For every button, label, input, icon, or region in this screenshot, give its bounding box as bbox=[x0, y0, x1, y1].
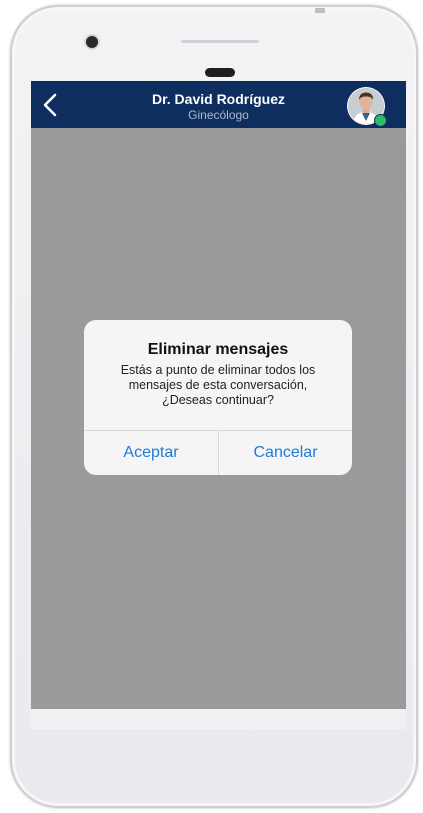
chevron-left-icon bbox=[43, 93, 57, 117]
dialog-message-line: Estás a punto de eliminar todos los bbox=[120, 363, 316, 377]
dialog-title: Eliminar mensajes bbox=[147, 341, 289, 358]
delete-messages-dialog: Eliminar mensajes Estás a punto de elimi… bbox=[84, 320, 352, 475]
online-status-indicator bbox=[374, 114, 387, 127]
dialog-message-line: mensajes de esta conversación, bbox=[128, 378, 308, 392]
dialog-message-line: ¿Deseas continuar? bbox=[162, 393, 274, 407]
doctor-specialty: Ginecólogo bbox=[188, 108, 249, 122]
back-button[interactable] bbox=[37, 90, 63, 120]
doctor-name: Dr. David Rodríguez bbox=[151, 91, 286, 107]
screen-bottom-bar bbox=[31, 709, 406, 729]
front-camera bbox=[86, 36, 98, 48]
dialog-message: Estás a punto de eliminar todos los mens… bbox=[104, 363, 332, 408]
cancel-button[interactable]: Cancelar bbox=[218, 431, 352, 475]
chat-header: Dr. David Rodríguez Ginecólogo bbox=[31, 81, 406, 128]
app-screen: Dr. David Rodríguez Ginecólogo Eliminar … bbox=[31, 81, 406, 729]
sensor-strip bbox=[181, 40, 259, 43]
accept-button[interactable]: Aceptar bbox=[84, 431, 218, 475]
earpiece-speaker bbox=[205, 68, 235, 77]
power-button bbox=[315, 8, 325, 13]
